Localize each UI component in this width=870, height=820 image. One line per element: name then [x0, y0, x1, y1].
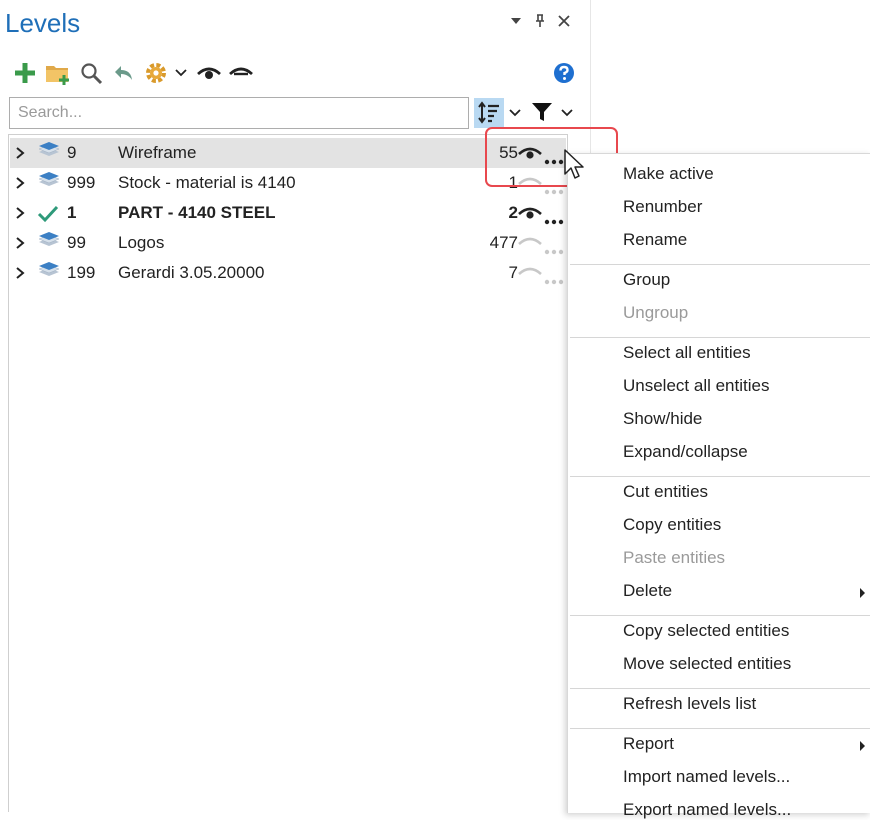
pin-icon[interactable] — [534, 14, 546, 31]
menu-item-expand-collapse[interactable]: Expand/collapse — [623, 442, 748, 462]
menu-separator — [570, 337, 870, 338]
menu-item-move-selected-entities[interactable]: Move selected entities — [623, 654, 791, 674]
layer-icon — [37, 142, 61, 169]
expand-chevron-icon[interactable] — [14, 205, 26, 225]
dropdown-arrow-icon[interactable] — [510, 14, 522, 31]
menu-item-paste-entities[interactable]: Paste entities — [623, 548, 725, 568]
level-row[interactable]: 1 PART - 4140 STEEL 2 — [10, 198, 566, 228]
visibility-eye-icon[interactable] — [518, 204, 542, 227]
level-row[interactable]: 199 Gerardi 3.05.20000 7 — [10, 258, 566, 288]
settings-dropdown-icon[interactable] — [174, 58, 188, 88]
menu-item-import-named-levels[interactable]: Import named levels... — [623, 767, 790, 787]
active-check-icon — [37, 202, 59, 229]
filter-dropdown-icon[interactable] — [561, 106, 573, 124]
menu-item-report[interactable]: Report — [623, 734, 674, 754]
levels-list: 9 Wireframe 55 999 Stock - material is 4140 1… — [8, 134, 568, 812]
menu-item-delete[interactable]: Delete — [623, 581, 672, 601]
menu-item-cut-entities[interactable]: Cut entities — [623, 482, 708, 502]
help-icon[interactable] — [552, 58, 576, 88]
sort-icon[interactable] — [474, 98, 504, 128]
menu-item-select-all-entities[interactable]: Select all entities — [623, 343, 751, 363]
expand-chevron-icon[interactable] — [14, 175, 26, 195]
menu-item-copy-entities[interactable]: Copy entities — [623, 515, 721, 535]
menu-item-make-active[interactable]: Make active — [623, 164, 714, 184]
menu-separator — [570, 728, 870, 729]
entity-count: 7 — [508, 263, 518, 282]
hide-all-icon[interactable] — [228, 58, 254, 88]
close-icon[interactable] — [558, 14, 570, 31]
entity-count: 2 — [508, 203, 518, 222]
menu-separator — [570, 615, 870, 616]
menu-separator — [570, 476, 870, 477]
level-number: 99 — [67, 233, 86, 252]
more-options-icon[interactable] — [544, 240, 564, 260]
entity-count: 477 — [489, 233, 518, 252]
level-name: Wireframe — [118, 143, 197, 162]
panel-title: Levels — [5, 8, 81, 38]
level-name: Stock - material is 4140 — [118, 173, 296, 192]
filter-icon[interactable] — [531, 101, 553, 128]
menu-item-rename[interactable]: Rename — [623, 230, 687, 250]
menu-separator — [570, 688, 870, 689]
visibility-eye-icon[interactable] — [518, 234, 542, 257]
level-number: 999 — [67, 173, 96, 192]
menu-item-unselect-all-entities[interactable]: Unselect all entities — [623, 376, 769, 396]
levels-panel: Levels Search... 9 Wireframe 55 999 Stoc… — [0, 0, 591, 812]
level-row[interactable]: 9 Wireframe 55 — [10, 138, 566, 168]
window-controls — [510, 14, 570, 31]
settings-icon[interactable] — [144, 58, 168, 88]
menu-separator — [570, 264, 870, 265]
find-icon[interactable] — [78, 58, 104, 88]
mouse-cursor-icon — [563, 148, 587, 187]
search-input[interactable] — [9, 97, 469, 129]
add-level-icon[interactable] — [12, 58, 38, 88]
level-name: PART - 4140 STEEL — [118, 203, 276, 222]
more-options-icon[interactable] — [544, 270, 564, 290]
layer-icon — [37, 262, 61, 289]
expand-chevron-icon[interactable] — [14, 145, 26, 165]
menu-item-copy-selected-entities[interactable]: Copy selected entities — [623, 621, 789, 641]
sort-dropdown-icon[interactable] — [509, 106, 521, 124]
submenu-arrow-icon — [860, 741, 865, 751]
level-name: Gerardi 3.05.20000 — [118, 263, 265, 282]
add-folder-icon[interactable] — [44, 58, 72, 88]
expand-chevron-icon[interactable] — [14, 235, 26, 255]
toolbar — [12, 58, 578, 88]
show-all-icon[interactable] — [196, 58, 222, 88]
menu-item-ungroup[interactable]: Ungroup — [623, 303, 688, 323]
menu-item-group[interactable]: Group — [623, 270, 670, 290]
menu-item-show-hide[interactable]: Show/hide — [623, 409, 702, 429]
level-number: 1 — [67, 203, 77, 222]
layer-icon — [37, 172, 61, 199]
level-name: Logos — [118, 233, 165, 252]
level-number: 9 — [67, 143, 77, 162]
level-row[interactable]: 999 Stock - material is 4140 1 — [10, 168, 566, 198]
expand-chevron-icon[interactable] — [14, 265, 26, 285]
submenu-arrow-icon — [860, 588, 865, 598]
level-number: 199 — [67, 263, 96, 282]
level-row[interactable]: 99 Logos 477 — [10, 228, 566, 258]
layer-icon — [37, 232, 61, 259]
undo-icon[interactable] — [110, 58, 136, 88]
more-options-icon[interactable] — [544, 210, 564, 230]
menu-item-refresh-levels-list[interactable]: Refresh levels list — [623, 694, 756, 714]
menu-item-export-named-levels[interactable]: Export named levels... — [623, 800, 791, 820]
context-menu: Make active Renumber Rename Group Ungroup Sel… — [567, 153, 870, 819]
visibility-eye-icon[interactable] — [518, 264, 542, 287]
menu-item-renumber[interactable]: Renumber — [623, 197, 702, 217]
